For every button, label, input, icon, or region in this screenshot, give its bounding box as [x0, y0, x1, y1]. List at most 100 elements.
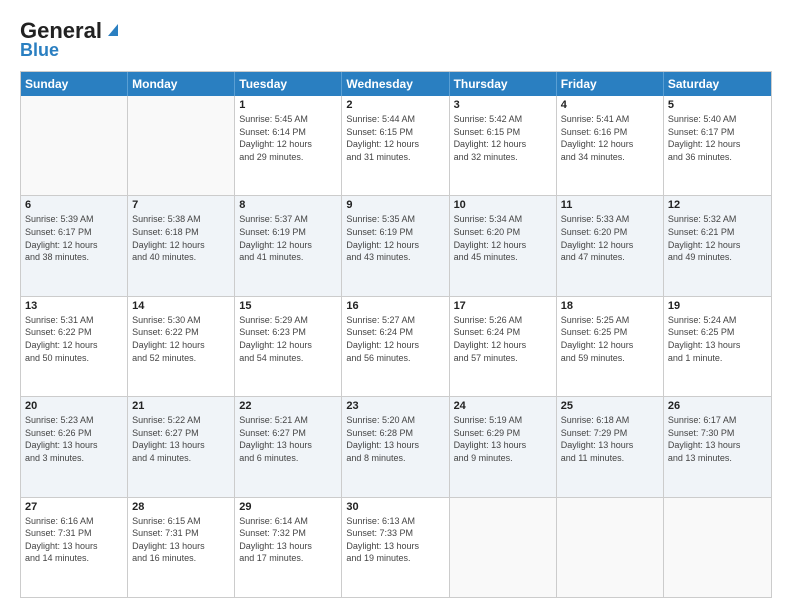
day-number: 22	[239, 400, 337, 412]
day-number: 24	[454, 400, 552, 412]
empty-cell	[664, 498, 771, 597]
day-cell-13: 13 Sunrise: 5:31 AMSunset: 6:22 PMDayligh…	[21, 297, 128, 396]
weekday-header-tuesday: Tuesday	[235, 72, 342, 96]
day-cell-6: 6 Sunrise: 5:39 AMSunset: 6:17 PMDaylight…	[21, 196, 128, 295]
calendar-row-1: 1Sunrise: 5:45 AMSunset: 6:14 PMDaylight…	[21, 96, 771, 195]
day-number: 6	[25, 199, 123, 211]
day-number: 18	[561, 300, 659, 312]
day-cell-12: 12 Sunrise: 5:32 AMSunset: 6:21 PMDayligh…	[664, 196, 771, 295]
day-cell-2: 2 Sunrise: 5:44 AMSunset: 6:15 PMDaylight…	[342, 96, 449, 195]
day-number: 29	[239, 501, 337, 513]
day-cell-25: 25Sunrise: 6:18 AMSunset: 7:29 PMDayligh…	[557, 397, 664, 496]
weekday-header-wednesday: Wednesday	[342, 72, 449, 96]
day-number: 14	[132, 300, 230, 312]
day-number: 5	[668, 99, 767, 111]
calendar-header: SundayMondayTuesdayWednesdayThursdayFrid…	[21, 72, 771, 96]
calendar-row-4: 20Sunrise: 5:23 AMSunset: 6:26 PMDayligh…	[21, 396, 771, 496]
day-cell-28: 28 Sunrise: 6:15 AMSunset: 7:31 PMDayligh…	[128, 498, 235, 597]
empty-cell	[557, 498, 664, 597]
day-info: Sunrise: 5:20 AMSunset: 6:28 PMDaylight:…	[346, 414, 444, 464]
day-cell-17: 17 Sunrise: 5:26 AMSunset: 6:24 PMDayligh…	[450, 297, 557, 396]
day-info: Sunrise: 5:24 AMSunset: 6:25 PMDaylight:…	[668, 314, 767, 364]
calendar: SundayMondayTuesdayWednesdayThursdayFrid…	[20, 71, 772, 598]
day-info: Sunrise: 5:39 AMSunset: 6:17 PMDaylight:…	[25, 213, 123, 263]
day-info: Sunrise: 5:44 AMSunset: 6:15 PMDaylight:…	[346, 113, 444, 163]
day-number: 9	[346, 199, 444, 211]
day-info: Sunrise: 5:41 AMSunset: 6:16 PMDaylight:…	[561, 113, 659, 163]
day-info: Sunrise: 5:26 AMSunset: 6:24 PMDaylight:…	[454, 314, 552, 364]
day-cell-27: 27 Sunrise: 6:16 AMSunset: 7:31 PMDayligh…	[21, 498, 128, 597]
day-cell-11: 11 Sunrise: 5:33 AMSunset: 6:20 PMDayligh…	[557, 196, 664, 295]
day-number: 26	[668, 400, 767, 412]
day-cell-18: 18 Sunrise: 5:25 AMSunset: 6:25 PMDayligh…	[557, 297, 664, 396]
day-info: Sunrise: 5:33 AMSunset: 6:20 PMDaylight:…	[561, 213, 659, 263]
day-info: Sunrise: 6:17 AMSunset: 7:30 PMDaylight:…	[668, 414, 767, 464]
day-number: 16	[346, 300, 444, 312]
day-number: 7	[132, 199, 230, 211]
day-number: 12	[668, 199, 767, 211]
day-cell-23: 23 Sunrise: 5:20 AMSunset: 6:28 PMDayligh…	[342, 397, 449, 496]
day-info: Sunrise: 5:37 AMSunset: 6:19 PMDaylight:…	[239, 213, 337, 263]
day-number: 23	[346, 400, 444, 412]
day-number: 15	[239, 300, 337, 312]
logo: General Blue	[20, 18, 122, 61]
weekday-header-monday: Monday	[128, 72, 235, 96]
day-info: Sunrise: 6:14 AMSunset: 7:32 PMDaylight:…	[239, 515, 337, 565]
day-info: Sunrise: 5:32 AMSunset: 6:21 PMDaylight:…	[668, 213, 767, 263]
day-number: 11	[561, 199, 659, 211]
day-info: Sunrise: 5:25 AMSunset: 6:25 PMDaylight:…	[561, 314, 659, 364]
day-info: Sunrise: 6:16 AMSunset: 7:31 PMDaylight:…	[25, 515, 123, 565]
calendar-row-3: 13 Sunrise: 5:31 AMSunset: 6:22 PMDayligh…	[21, 296, 771, 396]
day-cell-1: 1Sunrise: 5:45 AMSunset: 6:14 PMDaylight…	[235, 96, 342, 195]
day-number: 25	[561, 400, 659, 412]
day-cell-9: 9 Sunrise: 5:35 AMSunset: 6:19 PMDaylight…	[342, 196, 449, 295]
day-info: Sunrise: 5:42 AMSunset: 6:15 PMDaylight:…	[454, 113, 552, 163]
day-number: 13	[25, 300, 123, 312]
calendar-row-2: 6 Sunrise: 5:39 AMSunset: 6:17 PMDaylight…	[21, 195, 771, 295]
empty-cell	[21, 96, 128, 195]
day-cell-5: 5 Sunrise: 5:40 AMSunset: 6:17 PMDaylight…	[664, 96, 771, 195]
day-number: 30	[346, 501, 444, 513]
day-number: 21	[132, 400, 230, 412]
day-cell-26: 26 Sunrise: 6:17 AMSunset: 7:30 PMDayligh…	[664, 397, 771, 496]
day-number: 17	[454, 300, 552, 312]
logo-blue: Blue	[20, 40, 59, 61]
day-cell-7: 7 Sunrise: 5:38 AMSunset: 6:18 PMDaylight…	[128, 196, 235, 295]
day-cell-20: 20Sunrise: 5:23 AMSunset: 6:26 PMDayligh…	[21, 397, 128, 496]
day-cell-16: 16 Sunrise: 5:27 AMSunset: 6:24 PMDayligh…	[342, 297, 449, 396]
weekday-header-sunday: Sunday	[21, 72, 128, 96]
day-number: 28	[132, 501, 230, 513]
day-cell-4: 4 Sunrise: 5:41 AMSunset: 6:16 PMDaylight…	[557, 96, 664, 195]
day-number: 1	[239, 99, 337, 111]
day-number: 27	[25, 501, 123, 513]
day-info: Sunrise: 5:29 AMSunset: 6:23 PMDaylight:…	[239, 314, 337, 364]
day-number: 19	[668, 300, 767, 312]
day-info: Sunrise: 5:21 AMSunset: 6:27 PMDaylight:…	[239, 414, 337, 464]
day-cell-29: 29 Sunrise: 6:14 AMSunset: 7:32 PMDayligh…	[235, 498, 342, 597]
day-cell-22: 22 Sunrise: 5:21 AMSunset: 6:27 PMDayligh…	[235, 397, 342, 496]
calendar-body: 1Sunrise: 5:45 AMSunset: 6:14 PMDaylight…	[21, 96, 771, 597]
day-number: 4	[561, 99, 659, 111]
empty-cell	[450, 498, 557, 597]
day-info: Sunrise: 6:13 AMSunset: 7:33 PMDaylight:…	[346, 515, 444, 565]
day-info: Sunrise: 5:40 AMSunset: 6:17 PMDaylight:…	[668, 113, 767, 163]
day-cell-3: 3 Sunrise: 5:42 AMSunset: 6:15 PMDaylight…	[450, 96, 557, 195]
day-info: Sunrise: 5:30 AMSunset: 6:22 PMDaylight:…	[132, 314, 230, 364]
day-info: Sunrise: 5:35 AMSunset: 6:19 PMDaylight:…	[346, 213, 444, 263]
day-number: 2	[346, 99, 444, 111]
day-info: Sunrise: 6:15 AMSunset: 7:31 PMDaylight:…	[132, 515, 230, 565]
day-cell-24: 24Sunrise: 5:19 AMSunset: 6:29 PMDayligh…	[450, 397, 557, 496]
weekday-header-friday: Friday	[557, 72, 664, 96]
day-number: 3	[454, 99, 552, 111]
day-cell-8: 8Sunrise: 5:37 AMSunset: 6:19 PMDaylight…	[235, 196, 342, 295]
day-info: Sunrise: 5:31 AMSunset: 6:22 PMDaylight:…	[25, 314, 123, 364]
day-info: Sunrise: 5:38 AMSunset: 6:18 PMDaylight:…	[132, 213, 230, 263]
calendar-row-5: 27 Sunrise: 6:16 AMSunset: 7:31 PMDayligh…	[21, 497, 771, 597]
day-info: Sunrise: 5:22 AMSunset: 6:27 PMDaylight:…	[132, 414, 230, 464]
day-info: Sunrise: 5:23 AMSunset: 6:26 PMDaylight:…	[25, 414, 123, 464]
header: General Blue	[20, 18, 772, 61]
day-cell-21: 21 Sunrise: 5:22 AMSunset: 6:27 PMDayligh…	[128, 397, 235, 496]
empty-cell	[128, 96, 235, 195]
day-info: Sunrise: 5:27 AMSunset: 6:24 PMDaylight:…	[346, 314, 444, 364]
weekday-header-saturday: Saturday	[664, 72, 771, 96]
